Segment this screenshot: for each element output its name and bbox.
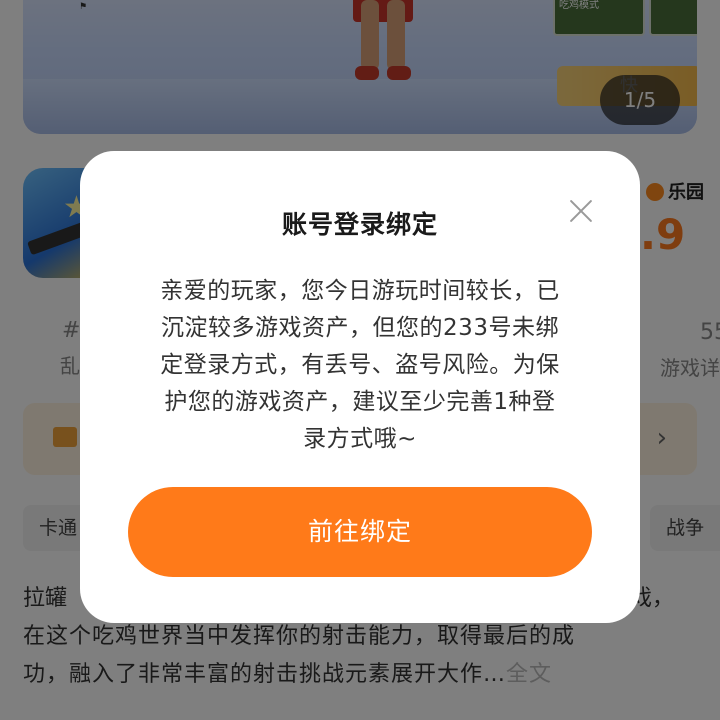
dialog-message: 亲爱的玩家，您今日游玩时间较长，已 沉淀较多游戏资产，但您的233号未绑 定登录… xyxy=(120,273,600,458)
dialog-message-line: 沉淀较多游戏资产，但您的233号未绑 xyxy=(161,315,559,341)
account-binding-dialog: 账号登录绑定 亲爱的玩家，您今日游玩时间较长，已 沉淀较多游戏资产，但您的233… xyxy=(80,151,640,623)
dialog-message-line: 亲爱的玩家，您今日游玩时间较长，已 xyxy=(160,278,560,304)
dialog-title: 账号登录绑定 xyxy=(281,210,438,239)
dialog-message-line: 定登录方式，有丢号、盗号风险。为保 xyxy=(160,352,560,378)
go-bind-button[interactable]: 前往绑定 xyxy=(128,487,592,577)
close-icon[interactable] xyxy=(567,197,595,225)
dialog-message-line: 护您的游戏资产，建议至少完善1种登 xyxy=(164,389,556,415)
dialog-message-line: 录方式哦~ xyxy=(303,426,417,452)
